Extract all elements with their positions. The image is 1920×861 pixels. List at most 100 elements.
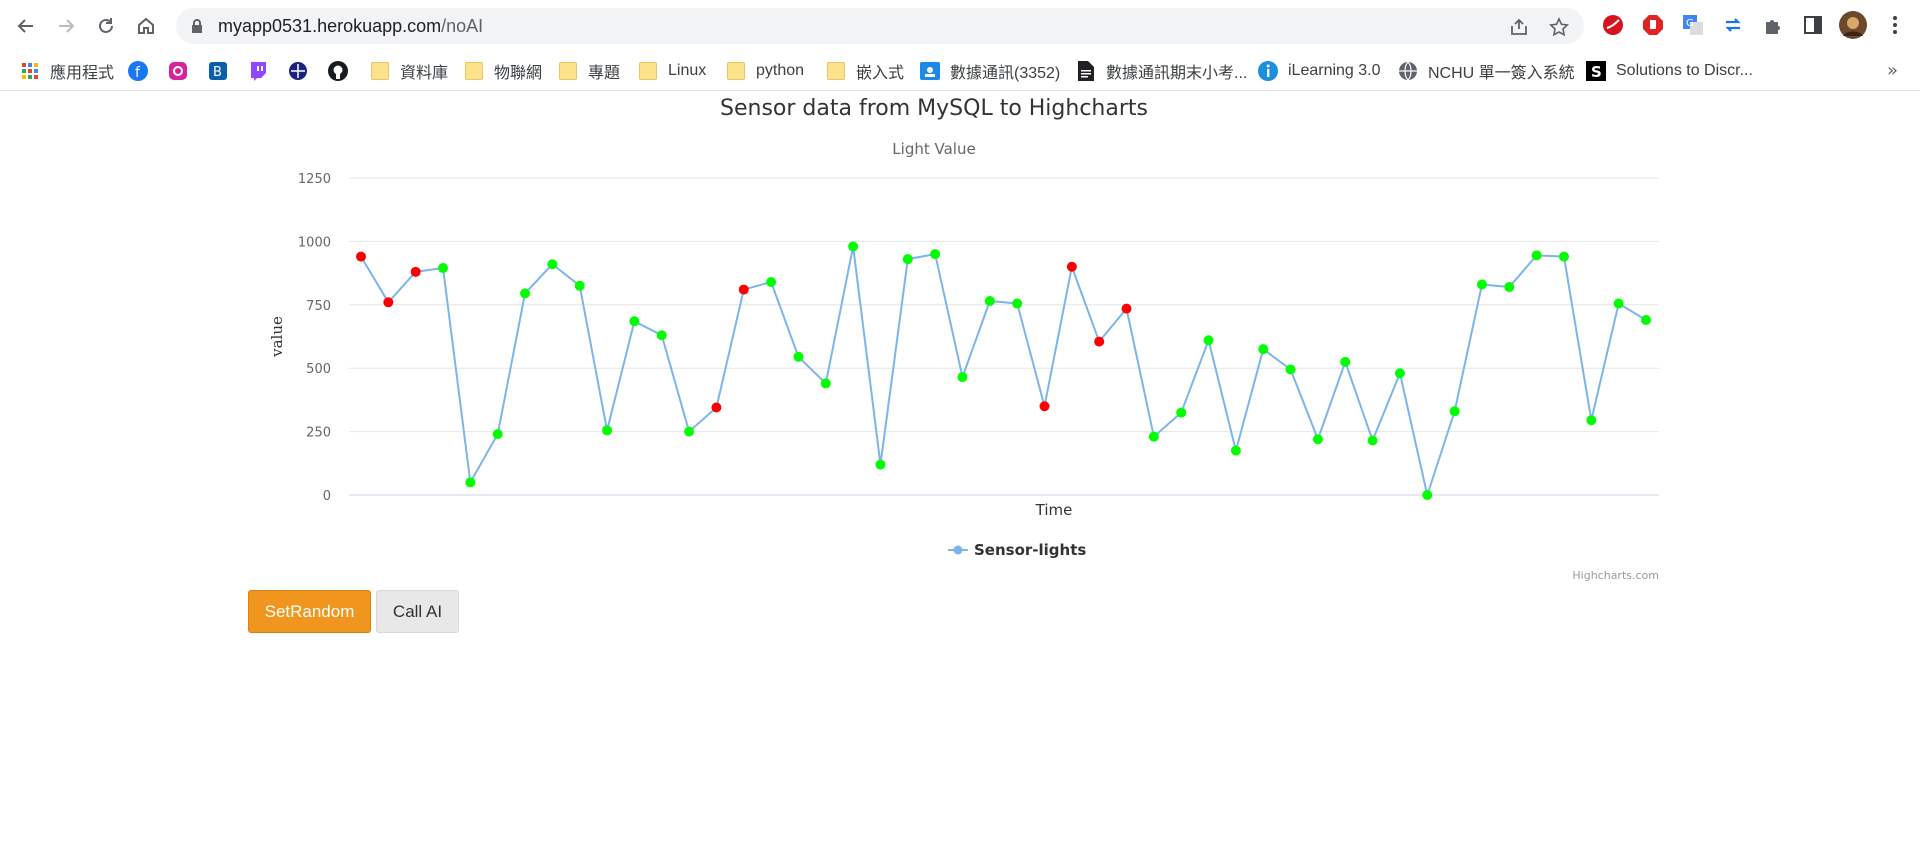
data-point: [1285, 364, 1296, 375]
data-point: [1258, 344, 1269, 355]
data-point: [1422, 490, 1433, 500]
series-line: [360, 246, 1647, 499]
data-point: [438, 263, 449, 274]
data-point: [410, 266, 421, 277]
data-point: [1230, 445, 1241, 456]
data-point: [1586, 415, 1597, 426]
data-point: [574, 280, 585, 291]
data-point: [848, 241, 859, 252]
data-point: [1531, 250, 1542, 261]
call-ai-button[interactable]: Call AI: [376, 590, 459, 633]
info-icon: [1258, 61, 1278, 81]
chart-container: Sensor data from MySQL to Highcharts Lig…: [248, 92, 1668, 592]
reload-icon[interactable]: [92, 12, 120, 40]
twitch-icon: [248, 61, 268, 81]
data-point: [766, 276, 777, 287]
bookmark-label: python: [756, 62, 805, 79]
url-text[interactable]: myapp0531.herokuapp.com/noAI: [218, 16, 483, 37]
data-point: [930, 249, 941, 260]
data-point: [465, 477, 476, 488]
bookmark-folder-database[interactable]: 資料庫: [370, 58, 448, 84]
data-point: [656, 330, 667, 341]
data-point: [1312, 434, 1323, 445]
bookmark-label: 數據通訊(3352): [950, 65, 1061, 82]
bookmark-folder-iot[interactable]: 物聯網: [464, 58, 542, 84]
apps-grid-icon: [20, 61, 40, 81]
bookmark-label: 物聯網: [494, 65, 543, 82]
bookmark-quiz-doc[interactable]: 數據通訊期末小考...: [1076, 58, 1247, 84]
line-chart: 0 250 500 750 1000 1250 value Time Sensor-lights…: [268, 172, 1659, 582]
trend-micro-extension-icon[interactable]: [1600, 12, 1626, 38]
classroom-icon: [920, 61, 940, 81]
side-panel-icon[interactable]: [1800, 12, 1826, 38]
legend-label: Sensor-lights: [974, 541, 1086, 559]
adblock-extension-icon[interactable]: [1640, 12, 1666, 38]
bookmark-label: Solutions to Discr...: [1616, 62, 1753, 79]
data-point: [1012, 298, 1023, 309]
bookmark-ilearning[interactable]: iLearning 3.0: [1258, 58, 1381, 84]
bookmark-site[interactable]: [288, 58, 318, 84]
svg-text:B: B: [213, 65, 222, 80]
data-point: [492, 429, 503, 440]
menu-kebab-icon[interactable]: [1882, 12, 1908, 38]
set-random-button[interactable]: SetRandom: [248, 590, 371, 633]
data-point: [1121, 303, 1132, 314]
bookmarks-bar: 應用程式 f B 資料庫 物聯網 專題 Linux python 嵌入式 數據通…: [0, 52, 1920, 91]
translate-extension-icon[interactable]: G: [1680, 12, 1706, 38]
bookmark-label: NCHU 單一簽入系統: [1428, 65, 1575, 82]
bookmark-data-comm[interactable]: 數據通訊(3352): [920, 58, 1060, 84]
data-point: [1504, 282, 1515, 293]
bookmark-instagram[interactable]: [168, 58, 198, 84]
y-tick-label: 250: [306, 426, 331, 441]
instagram-icon: [168, 61, 188, 81]
data-point: [1367, 435, 1378, 446]
data-point: [684, 426, 695, 437]
bookmark-github[interactable]: [328, 58, 358, 84]
bookmark-label: iLearning 3.0: [1288, 62, 1381, 79]
bookmark-folder-linux[interactable]: Linux: [638, 58, 706, 84]
sync-extension-icon[interactable]: [1720, 12, 1746, 38]
bookmark-facebook[interactable]: f: [128, 58, 158, 84]
y-tick-label: 0: [323, 489, 331, 504]
svg-text:S: S: [1591, 63, 1602, 81]
bookmark-label: 應用程式: [50, 65, 115, 82]
share-icon[interactable]: [1508, 16, 1530, 38]
data-point: [629, 316, 640, 327]
bookmark-star-icon[interactable]: [1548, 16, 1570, 38]
s-logo-icon: S: [1586, 61, 1606, 81]
bookmark-twitch[interactable]: [248, 58, 278, 84]
bookmark-folder-python[interactable]: python: [726, 58, 804, 84]
data-point: [1476, 279, 1487, 290]
data-point: [1203, 335, 1214, 346]
address-bar[interactable]: myapp0531.herokuapp.com/noAI: [176, 8, 1584, 44]
bookmark-folder-project[interactable]: 專題: [558, 58, 620, 84]
bookmark-apps[interactable]: 應用程式: [20, 58, 114, 84]
bookmark-solutions[interactable]: S Solutions to Discr...: [1586, 58, 1753, 84]
bookmark-app[interactable]: B: [208, 58, 238, 84]
data-point: [1340, 356, 1351, 367]
legend-marker: [953, 545, 963, 555]
data-point: [902, 254, 913, 265]
x-axis-title: Time: [1035, 501, 1073, 519]
bookmark-app-icon: B: [208, 61, 228, 81]
forward-icon[interactable]: [52, 12, 80, 40]
url-path: /noAI: [441, 16, 484, 36]
data-point: [356, 251, 366, 262]
bookmark-folder-embedded[interactable]: 嵌入式: [826, 58, 904, 84]
data-point: [1176, 407, 1187, 418]
bookmark-label: 資料庫: [400, 65, 449, 82]
data-point: [1394, 368, 1405, 379]
back-icon[interactable]: [12, 12, 40, 40]
bookmark-nchu-sso[interactable]: NCHU 單一簽入系統: [1398, 58, 1575, 84]
document-icon: [1076, 61, 1096, 81]
bookmarks-overflow-button[interactable]: »: [1887, 60, 1898, 81]
profile-avatar[interactable]: [1838, 10, 1868, 40]
bookmark-label: Linux: [668, 62, 707, 79]
data-point: [1148, 431, 1159, 442]
github-icon: [328, 61, 348, 81]
home-icon[interactable]: [132, 12, 160, 40]
data-point: [1613, 298, 1624, 309]
lock-icon[interactable]: [190, 18, 204, 38]
url-host: myapp0531.herokuapp.com: [218, 16, 442, 36]
extensions-puzzle-icon[interactable]: [1760, 12, 1786, 38]
